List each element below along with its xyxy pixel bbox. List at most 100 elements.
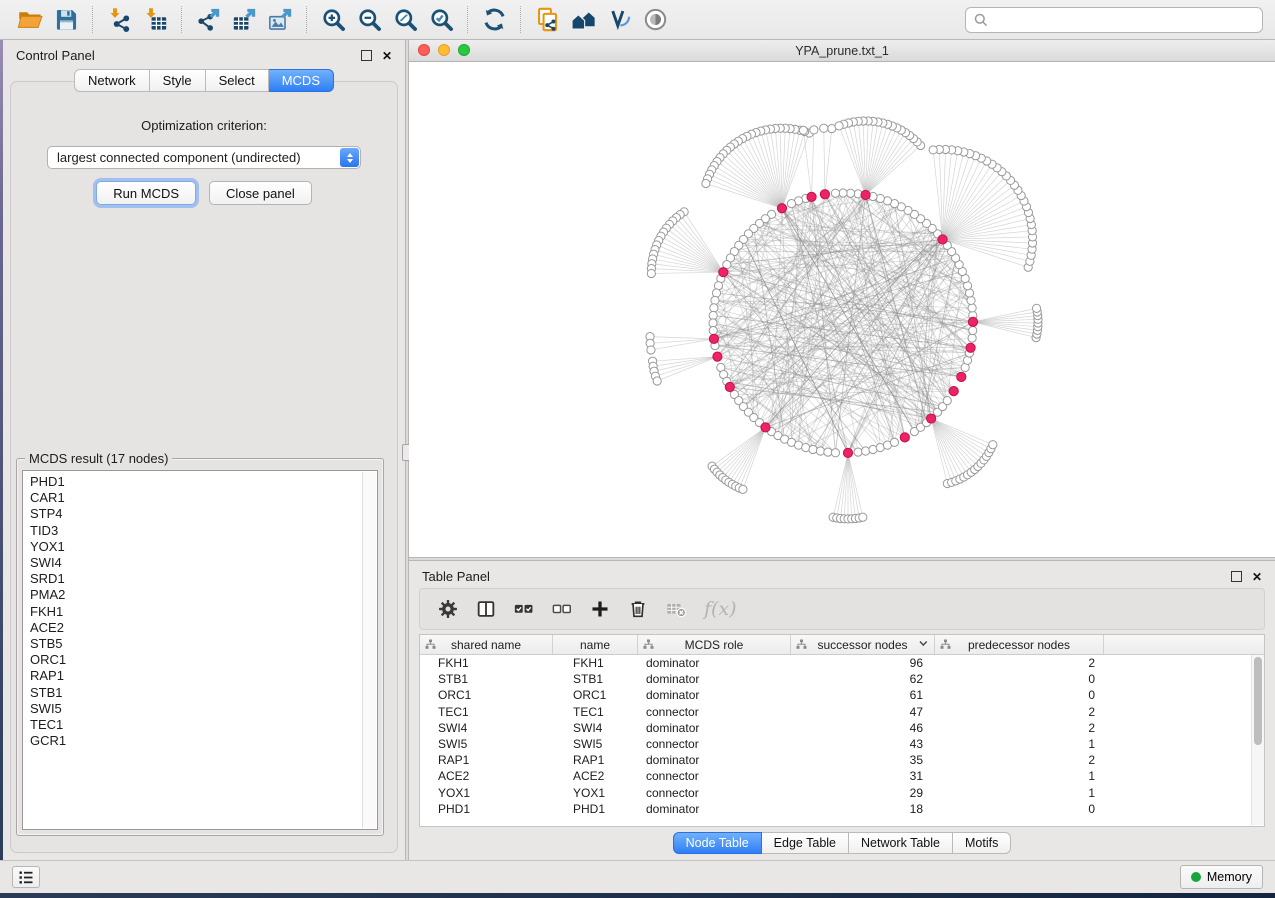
tab-style[interactable]: Style — [150, 69, 206, 92]
graph-mcds-node[interactable] — [777, 204, 786, 213]
tab-mcds[interactable]: MCDS — [269, 69, 334, 92]
graph-node[interactable] — [710, 304, 718, 312]
column-header-name[interactable]: name — [553, 635, 638, 654]
run-mcds-button[interactable]: Run MCDS — [96, 181, 196, 205]
graph-node[interactable] — [712, 289, 720, 297]
table-row[interactable]: SWI5SWI5connector431 — [420, 736, 1252, 752]
tab-motifs[interactable]: Motifs — [953, 832, 1011, 854]
table-row[interactable]: TEC1TEC1connector472 — [420, 704, 1252, 720]
graph-leaf-node[interactable] — [653, 377, 661, 385]
export-table-icon[interactable] — [226, 4, 262, 36]
graph-leaf-node[interactable] — [820, 124, 828, 132]
list-item[interactable]: FKH1 — [30, 604, 359, 620]
table-row[interactable]: FKH1FKH1dominator962 — [420, 655, 1252, 671]
graph-node[interactable] — [861, 447, 869, 455]
mcds-result-list[interactable]: PHD1CAR1STP4TID3YOX1SWI4SRD1PMA2FKH1ACE2… — [22, 470, 378, 830]
table-row[interactable]: PHD1PHD1dominator180 — [420, 801, 1252, 817]
close-table-panel-icon[interactable]: ✕ — [1252, 572, 1262, 582]
open-session-icon[interactable] — [12, 4, 48, 36]
float-panel-icon[interactable] — [361, 50, 372, 61]
table-row[interactable]: SWI4SWI4dominator462 — [420, 720, 1252, 736]
list-item[interactable]: YOX1 — [30, 539, 359, 555]
graph-mcds-node[interactable] — [861, 190, 870, 199]
graph-leaf-node[interactable] — [739, 485, 747, 493]
graph-node[interactable] — [709, 319, 717, 327]
minimize-window-icon[interactable] — [438, 44, 450, 56]
table-row[interactable]: ACE2ACE2connector311 — [420, 768, 1252, 784]
list-scrollbar[interactable] — [362, 472, 376, 828]
close-window-icon[interactable] — [418, 44, 430, 56]
graph-node[interactable] — [709, 326, 717, 334]
list-item[interactable]: PHD1 — [30, 474, 359, 490]
graph-leaf-node[interactable] — [799, 126, 807, 134]
network-canvas[interactable] — [409, 62, 1275, 557]
graph-node[interactable] — [787, 200, 795, 208]
close-panel-button[interactable]: Close panel — [209, 181, 312, 205]
export-image-icon[interactable] — [262, 4, 298, 36]
list-item[interactable]: CAR1 — [30, 490, 359, 506]
graph-node[interactable] — [854, 448, 862, 456]
column-header-predecessor-nodes[interactable]: predecessor nodes — [935, 635, 1104, 654]
table-settings-button[interactable] — [430, 591, 466, 627]
graph-node[interactable] — [824, 448, 832, 456]
graph-leaf-node[interactable] — [835, 122, 843, 130]
graph-mcds-node[interactable] — [957, 372, 966, 381]
list-item[interactable]: TID3 — [30, 523, 359, 539]
network-window-titlebar[interactable]: YPA_prune.txt_1 — [409, 40, 1275, 62]
column-header-shared-name[interactable]: shared name — [420, 635, 553, 654]
graph-node[interactable] — [967, 296, 975, 304]
sort-chevron-icon[interactable] — [919, 640, 928, 648]
delete-columns-button[interactable] — [620, 591, 656, 627]
graph-node[interactable] — [809, 445, 817, 453]
list-item[interactable]: RAP1 — [30, 668, 359, 684]
show-graphics-details-icon[interactable] — [637, 4, 673, 36]
tab-node-table[interactable]: Node Table — [673, 832, 762, 854]
graph-node[interactable] — [846, 189, 854, 197]
float-table-panel-icon[interactable] — [1231, 571, 1242, 582]
graph-mcds-node[interactable] — [709, 334, 718, 343]
search-input[interactable] — [994, 11, 1254, 28]
zoom-in-icon[interactable] — [315, 4, 351, 36]
table-scrollbar-thumb[interactable] — [1254, 657, 1262, 745]
column-header-mcds-role[interactable]: MCDS role — [638, 635, 791, 654]
graph-node[interactable] — [711, 296, 719, 304]
list-item[interactable]: ACE2 — [30, 620, 359, 636]
graph-node[interactable] — [709, 311, 717, 319]
graph-mcds-node[interactable] — [968, 317, 977, 326]
apply-preferred-layout-icon[interactable] — [476, 4, 512, 36]
graph-leaf-node[interactable] — [810, 126, 818, 134]
graph-leaf-node[interactable] — [647, 346, 655, 354]
graph-mcds-node[interactable] — [713, 352, 722, 361]
list-item[interactable]: STB5 — [30, 636, 359, 652]
import-network-from-file-icon[interactable] — [101, 4, 137, 36]
graph-leaf-node[interactable] — [859, 513, 867, 521]
graph-node[interactable] — [831, 189, 839, 197]
list-item[interactable]: ORC1 — [30, 652, 359, 668]
zoom-out-icon[interactable] — [351, 4, 387, 36]
column-header-successor-nodes[interactable]: successor nodes — [791, 635, 935, 654]
graph-mcds-node[interactable] — [900, 433, 909, 442]
table-row[interactable]: ORC1ORC1dominator610 — [420, 687, 1252, 703]
table-scrollbar[interactable] — [1251, 655, 1264, 825]
show-panels-button[interactable] — [12, 866, 40, 888]
graph-mcds-node[interactable] — [949, 387, 958, 396]
graph-mcds-node[interactable] — [927, 414, 936, 423]
deselect-all-rows-button[interactable] — [544, 591, 580, 627]
graph-node[interactable] — [943, 397, 951, 405]
tab-network-table[interactable]: Network Table — [849, 832, 953, 854]
zoom-selected-icon[interactable] — [423, 4, 459, 36]
graph-mcds-node[interactable] — [807, 192, 816, 201]
graph-node[interactable] — [839, 189, 847, 197]
graph-leaf-node[interactable] — [702, 179, 710, 187]
graph-node[interactable] — [890, 438, 898, 446]
graph-leaf-node[interactable] — [989, 441, 997, 449]
graph-mcds-node[interactable] — [938, 235, 947, 244]
list-item[interactable]: GCR1 — [30, 733, 359, 749]
fit-content-icon[interactable] — [387, 4, 423, 36]
table-row[interactable]: RAP1RAP1dominator352 — [420, 752, 1252, 768]
graph-mcds-node[interactable] — [719, 268, 728, 277]
graph-leaf-node[interactable] — [1032, 304, 1040, 312]
list-item[interactable]: SWI5 — [30, 701, 359, 717]
maximize-window-icon[interactable] — [458, 44, 470, 56]
list-item[interactable]: SWI4 — [30, 555, 359, 571]
